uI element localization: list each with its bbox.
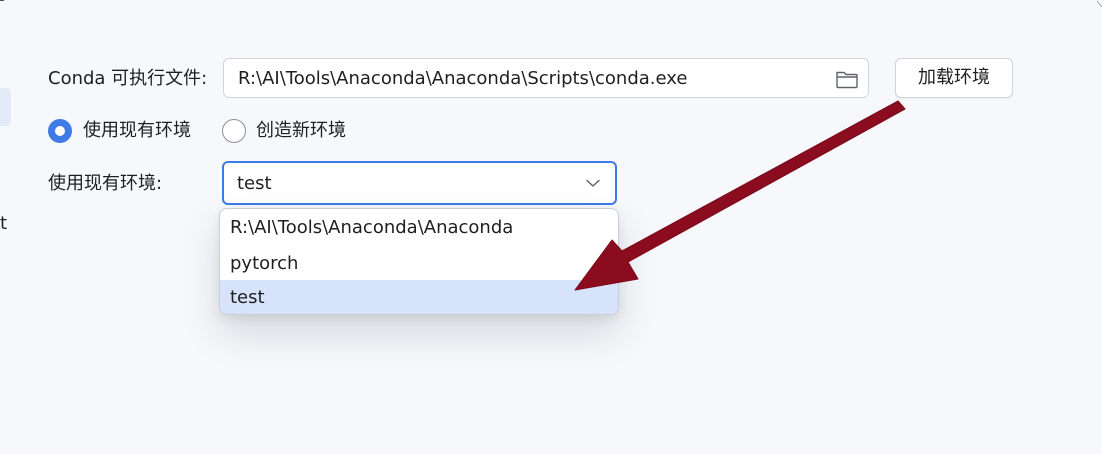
sidebar-partial-text: t	[0, 213, 8, 234]
window-corner-mark	[0, 0, 4, 4]
conda-path-input[interactable]: R:\AI\Tools\Anaconda\Anaconda\Scripts\co…	[223, 58, 869, 98]
radio-use-existing-env[interactable]	[48, 119, 72, 143]
load-environment-button[interactable]: 加载环境	[895, 58, 1013, 98]
radio-create-new-env-label[interactable]: 创造新环境	[256, 119, 346, 143]
folder-icon[interactable]	[835, 68, 859, 90]
conda-path-value: R:\AI\Tools\Anaconda\Anaconda\Scripts\co…	[238, 68, 688, 89]
sidebar-selected-indicator	[0, 88, 11, 126]
existing-env-dropdown-list: R:\AI\Tools\Anaconda\Anaconda pytorch te…	[219, 208, 619, 315]
existing-env-select[interactable]: test	[222, 161, 617, 205]
dropdown-option-anaconda-base[interactable]: R:\AI\Tools\Anaconda\Anaconda	[220, 210, 618, 245]
dropdown-option-pytorch[interactable]: pytorch	[220, 246, 618, 281]
radio-use-existing-env-label[interactable]: 使用现有环境	[83, 119, 191, 143]
existing-env-label: 使用现有环境:	[48, 173, 163, 194]
conda-environment-settings: t Conda 可执行文件: R:\AI\Tools\Anaconda\Anac…	[0, 0, 1102, 454]
existing-env-selected-value: test	[237, 173, 272, 194]
radio-create-new-env[interactable]	[222, 119, 246, 143]
window-corner-mark	[1096, 0, 1102, 8]
conda-executable-label: Conda 可执行文件:	[48, 68, 208, 89]
dropdown-option-test[interactable]: test	[220, 280, 618, 314]
chevron-down-icon[interactable]	[585, 177, 601, 189]
